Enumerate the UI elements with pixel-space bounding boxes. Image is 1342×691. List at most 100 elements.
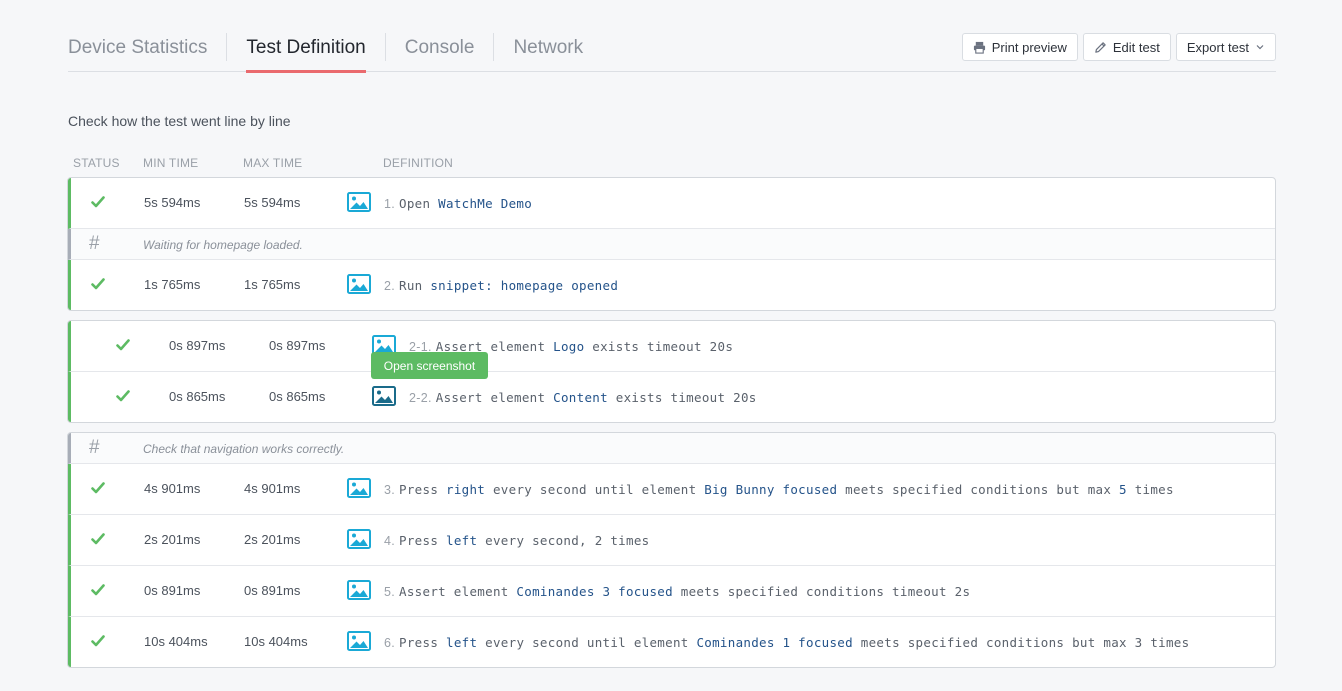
open-screenshot-tooltip: Open screenshot — [371, 352, 488, 379]
definition-text: Press — [399, 635, 446, 650]
min-time: 5s 594ms — [144, 195, 201, 210]
definition-text: meets specified conditions but max 3 tim… — [852, 635, 1190, 650]
header-status: STATUS — [73, 156, 120, 170]
max-time: 1s 765ms — [244, 277, 301, 292]
min-time: 1s 765ms — [144, 277, 201, 292]
tab-device-statistics[interactable]: Device Statistics — [68, 30, 207, 72]
definition-keyword: right — [446, 482, 486, 497]
definition-text: exists timeout 20s — [607, 390, 757, 405]
checkmark-icon — [91, 278, 105, 290]
step-row[interactable]: 0s 897ms 0s 897ms 2-1. Assert element Logo … — [68, 321, 1275, 372]
snippet-steps-group: 0s 897ms 0s 897ms 2-1. Assert element Logo … — [67, 320, 1276, 423]
page-subtitle: Check how the test went line by line — [68, 113, 291, 129]
steps-group: # Check that navigation works correctly. … — [67, 432, 1276, 668]
min-time: 4s 901ms — [144, 481, 201, 496]
step-definition: 2-2. Assert element Content exists timeou… — [409, 390, 757, 405]
max-time: 0s 891ms — [244, 583, 301, 598]
checkmark-icon — [91, 584, 105, 596]
checkmark-icon — [116, 390, 130, 402]
definition-text: Open — [399, 196, 439, 211]
step-definition: 1. Open WatchMe Demo — [384, 196, 532, 211]
step-number: 1. — [384, 197, 396, 211]
definition-text: Press — [399, 533, 446, 548]
definition-keyword: left — [446, 635, 478, 650]
steps-group: 5s 594ms 5s 594ms 1. Open WatchMe Demo # Wai… — [67, 177, 1276, 311]
screenshot-icon[interactable] — [347, 478, 371, 498]
table-header: STATUS MIN TIME MAX TIME DEFINITION — [68, 156, 1276, 170]
min-time: 0s 865ms — [169, 389, 226, 404]
top-bar: Device Statistics Test Definition Consol… — [68, 30, 1276, 73]
max-time: 0s 865ms — [269, 389, 326, 404]
edit-test-label: Edit test — [1112, 39, 1160, 55]
definition-keyword: Cominandes 3 focused — [516, 584, 673, 599]
max-time: 5s 594ms — [244, 195, 301, 210]
definition-text: times — [1126, 482, 1174, 497]
definition-text: Press — [399, 482, 446, 497]
max-time: 2s 201ms — [244, 532, 301, 547]
pencil-icon — [1095, 41, 1106, 53]
step-number: 5. — [384, 585, 396, 599]
step-definition: 4. Press left every second, 2 times — [384, 533, 649, 548]
checkmark-icon — [116, 339, 130, 351]
definition-keyword: Big Bunny focused — [704, 482, 838, 497]
tab-test-definition[interactable]: Test Definition — [246, 30, 367, 73]
definition-text: Assert element — [399, 584, 517, 599]
comment-hash-icon: # — [89, 233, 100, 254]
step-number: 3. — [384, 483, 396, 497]
comment-hash-icon: # — [89, 437, 100, 458]
screenshot-icon[interactable] — [372, 386, 396, 406]
header-definition: DEFINITION — [383, 156, 453, 170]
definition-keyword: snippet: homepage opened — [430, 278, 619, 293]
step-definition: 6. Press left every second until element … — [384, 635, 1189, 650]
definition-text: meets specified conditions timeout 2s — [672, 584, 971, 599]
step-row[interactable]: 4s 901ms 4s 901ms 3. Press right every seco… — [68, 464, 1275, 515]
definition-keyword: left — [446, 533, 478, 548]
step-number: 6. — [384, 636, 396, 650]
step-row[interactable]: 1s 765ms 1s 765ms 2. Run snippet: homepage … — [68, 260, 1275, 310]
step-row[interactable]: 0s 865ms 0s 865ms 2-2. Assert element Conte… — [68, 372, 1275, 422]
min-time: 10s 404ms — [144, 634, 208, 649]
tab-bar: Device Statistics Test Definition Consol… — [68, 30, 583, 73]
definition-text: meets specified conditions but max — [837, 482, 1120, 497]
screenshot-icon[interactable] — [347, 580, 371, 600]
max-time: 0s 897ms — [269, 338, 326, 353]
step-row[interactable]: 0s 891ms 0s 891ms 5. Assert element Cominan… — [68, 566, 1275, 617]
comment-row: # Check that navigation works correctly. — [68, 433, 1275, 464]
tab-console[interactable]: Console — [405, 30, 475, 72]
screenshot-icon[interactable] — [347, 274, 371, 294]
screenshot-icon[interactable] — [347, 529, 371, 549]
definition-text: Run — [399, 278, 431, 293]
test-steps-table: 5s 594ms 5s 594ms 1. Open WatchMe Demo # Wai… — [67, 177, 1276, 668]
definition-keyword: Content — [553, 390, 608, 405]
checkmark-icon — [91, 635, 105, 647]
step-definition: 2. Run snippet: homepage opened — [384, 278, 618, 293]
step-number: 4. — [384, 534, 396, 548]
screenshot-icon[interactable] — [347, 631, 371, 651]
definition-keyword: Logo — [553, 339, 585, 354]
max-time: 4s 901ms — [244, 481, 301, 496]
min-time: 0s 897ms — [169, 338, 226, 353]
header-min-time: MIN TIME — [143, 156, 199, 170]
step-number: 2-2. — [409, 391, 432, 405]
print-preview-label: Print preview — [991, 39, 1067, 55]
definition-text: every second until element — [485, 482, 705, 497]
definition-text: exists timeout 20s — [584, 339, 734, 354]
step-number: 2. — [384, 279, 396, 293]
step-definition: 5. Assert element Cominandes 3 focused me… — [384, 584, 970, 599]
edit-test-button[interactable]: Edit test — [1082, 33, 1171, 61]
definition-text: every second until element — [477, 635, 697, 650]
chevron-down-icon — [1256, 45, 1264, 50]
tab-divider — [226, 33, 228, 61]
print-preview-button[interactable]: Print preview — [961, 33, 1078, 61]
screenshot-icon[interactable] — [347, 192, 371, 212]
export-test-button[interactable]: Export test — [1175, 33, 1276, 61]
step-row[interactable]: 5s 594ms 5s 594ms 1. Open WatchMe Demo — [68, 178, 1275, 229]
tab-divider — [493, 33, 495, 61]
definition-text: Assert element — [435, 390, 554, 405]
step-row[interactable]: 2s 201ms 2s 201ms 4. Press left every secon… — [68, 515, 1275, 566]
step-row[interactable]: 10s 404ms 10s 404ms 6. Press left every sec… — [68, 617, 1275, 667]
min-time: 2s 201ms — [144, 532, 201, 547]
tab-network[interactable]: Network — [513, 30, 583, 72]
max-time: 10s 404ms — [244, 634, 308, 649]
definition-text: every second, 2 times — [477, 533, 650, 548]
